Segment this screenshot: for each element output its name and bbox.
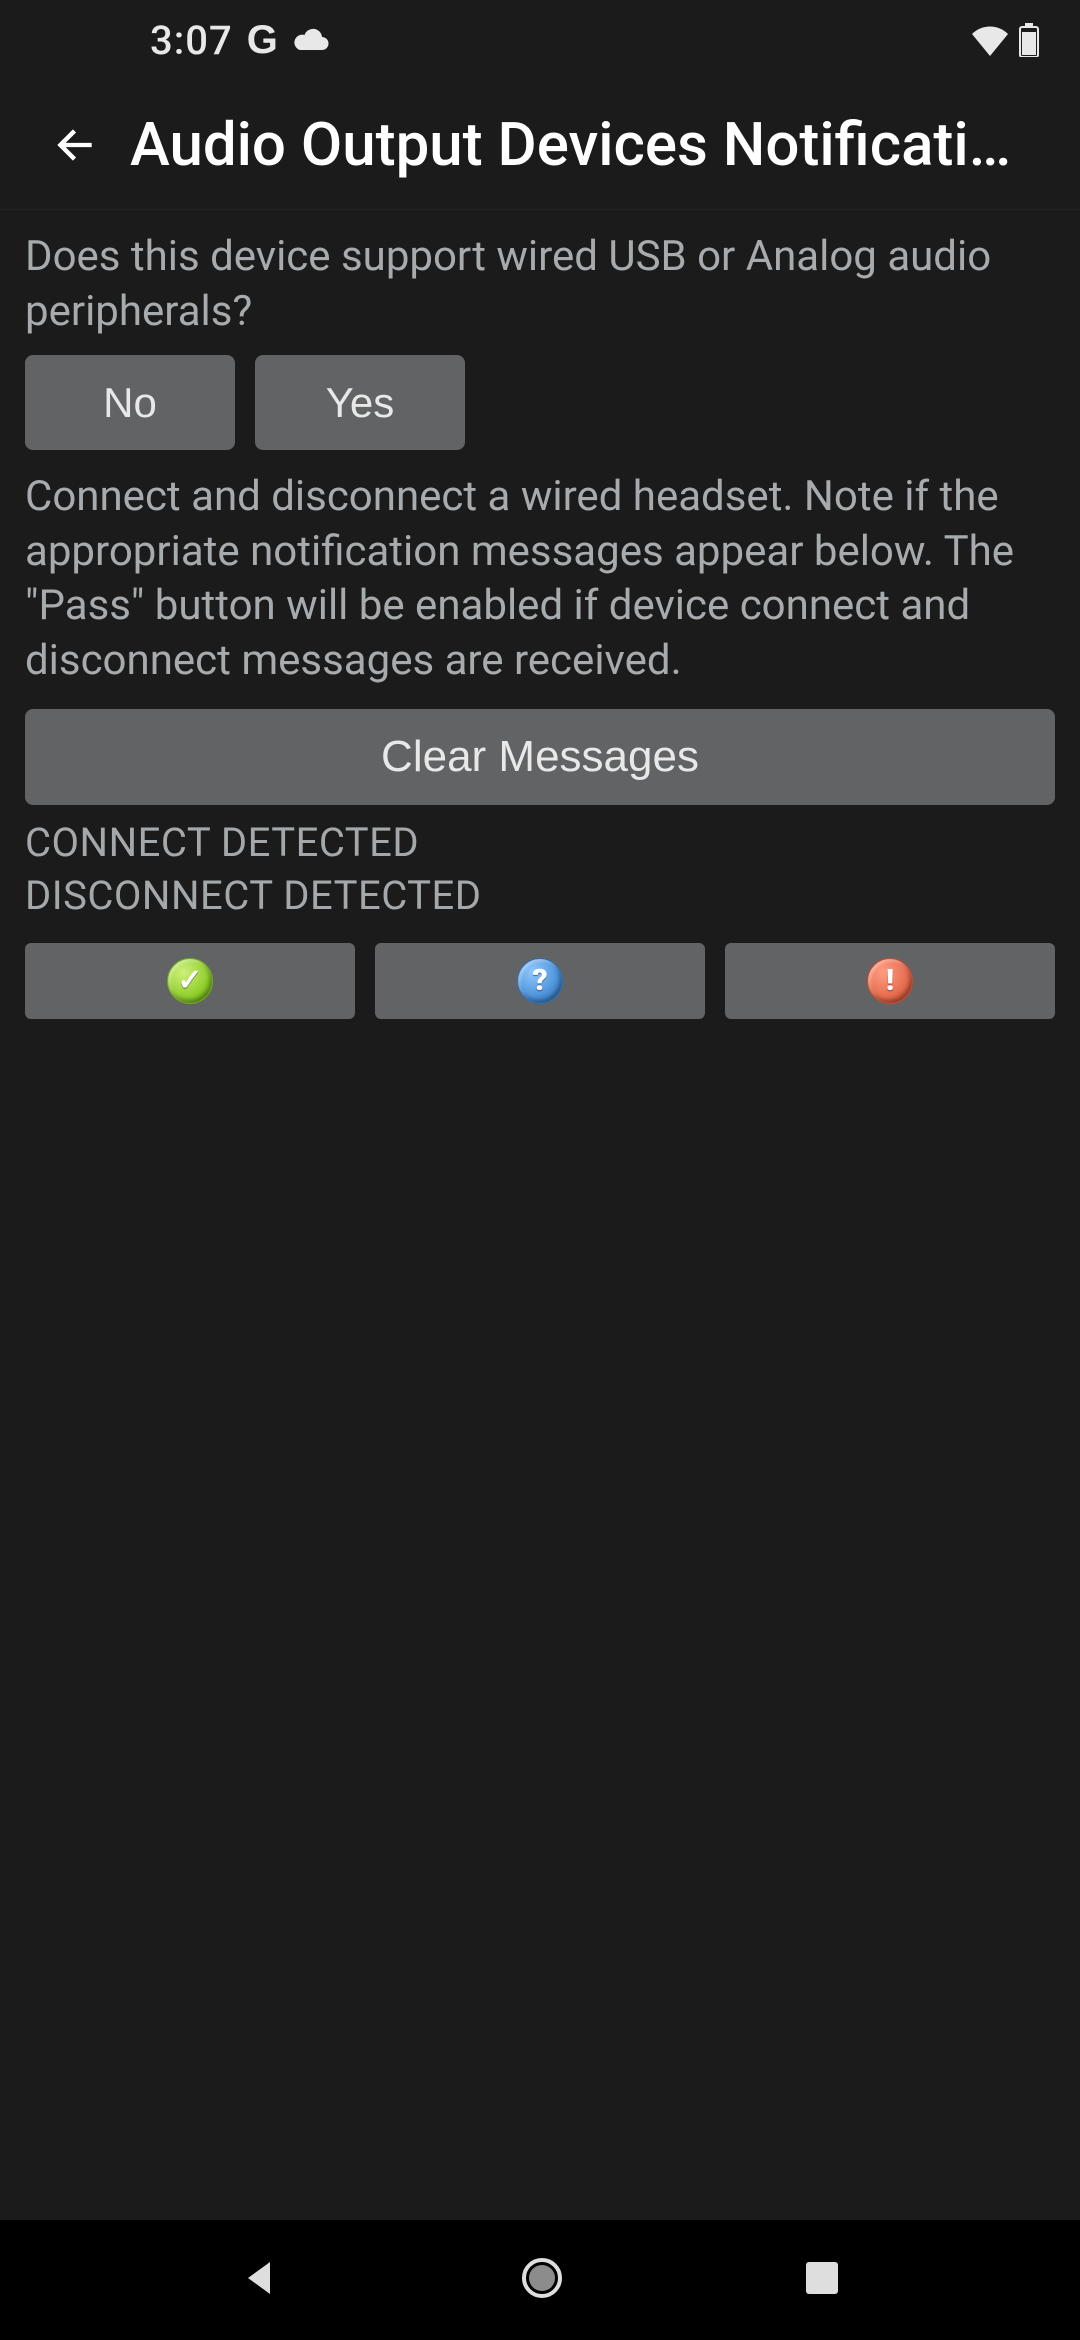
exclamation-icon: ! xyxy=(867,958,913,1004)
status-left: 3:07 G xyxy=(40,17,332,64)
google-icon: G xyxy=(247,18,278,63)
triangle-back-icon xyxy=(240,2258,280,2298)
app-bar: Audio Output Devices Notificati… xyxy=(0,80,1080,210)
back-button[interactable] xyxy=(30,100,120,190)
page-title: Audio Output Devices Notificati… xyxy=(130,109,1050,180)
content: Does this device support wired USB or An… xyxy=(0,210,1080,1034)
nav-home-button[interactable] xyxy=(520,2256,564,2304)
nav-back-button[interactable] xyxy=(240,2258,280,2302)
yes-button[interactable]: Yes xyxy=(255,355,465,450)
question-icon: ? xyxy=(517,958,563,1004)
nav-recent-button[interactable] xyxy=(804,2260,840,2300)
clock: 3:07 xyxy=(150,17,233,64)
status-bar: 3:07 G xyxy=(0,0,1080,80)
answer-row: No Yes xyxy=(25,355,1055,450)
result-row: ✓ ? ! xyxy=(25,943,1055,1019)
square-recent-icon xyxy=(804,2260,840,2296)
nav-bar xyxy=(0,2220,1080,2340)
check-icon: ✓ xyxy=(167,958,213,1004)
connect-status-text: CONNECT DETECTED xyxy=(25,813,1055,866)
pass-button[interactable]: ✓ xyxy=(25,943,355,1019)
battery-icon xyxy=(1018,23,1040,57)
info-button[interactable]: ? xyxy=(375,943,705,1019)
no-button[interactable]: No xyxy=(25,355,235,450)
circle-home-icon xyxy=(520,2256,564,2300)
instructions-text: Connect and disconnect a wired headset. … xyxy=(25,465,1055,698)
cloud-icon xyxy=(292,27,332,53)
clear-messages-button[interactable]: Clear Messages xyxy=(25,709,1055,805)
disconnect-status-text: DISCONNECT DETECTED xyxy=(25,866,1055,919)
status-right xyxy=(970,23,1040,57)
question-text: Does this device support wired USB or An… xyxy=(25,225,1055,349)
fail-button[interactable]: ! xyxy=(725,943,1055,1019)
arrow-back-icon xyxy=(50,120,100,170)
wifi-icon xyxy=(970,24,1010,56)
